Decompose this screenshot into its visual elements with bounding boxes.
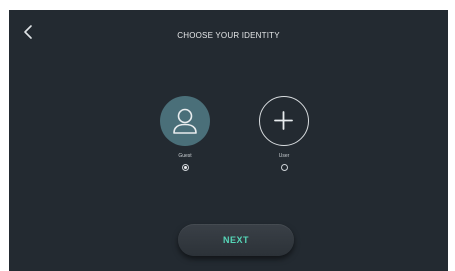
radio-guest[interactable] [181, 164, 189, 171]
identity-label-user: User [278, 153, 290, 159]
identity-option-user[interactable]: User [254, 96, 314, 171]
identity-label-guest: Guest [178, 153, 192, 159]
guest-avatar[interactable] [160, 96, 210, 146]
plus-icon [274, 111, 293, 130]
user-avatar[interactable] [259, 96, 309, 146]
identity-option-guest[interactable]: Guest [155, 96, 215, 171]
page-title: CHOOSE YOUR IDENTITY [177, 31, 280, 40]
identity-screen: CHOOSE YOUR IDENTITY Guest User NEXT [9, 10, 448, 271]
radio-user[interactable] [280, 164, 288, 171]
person-icon [173, 108, 197, 134]
next-button[interactable]: NEXT [178, 224, 294, 256]
